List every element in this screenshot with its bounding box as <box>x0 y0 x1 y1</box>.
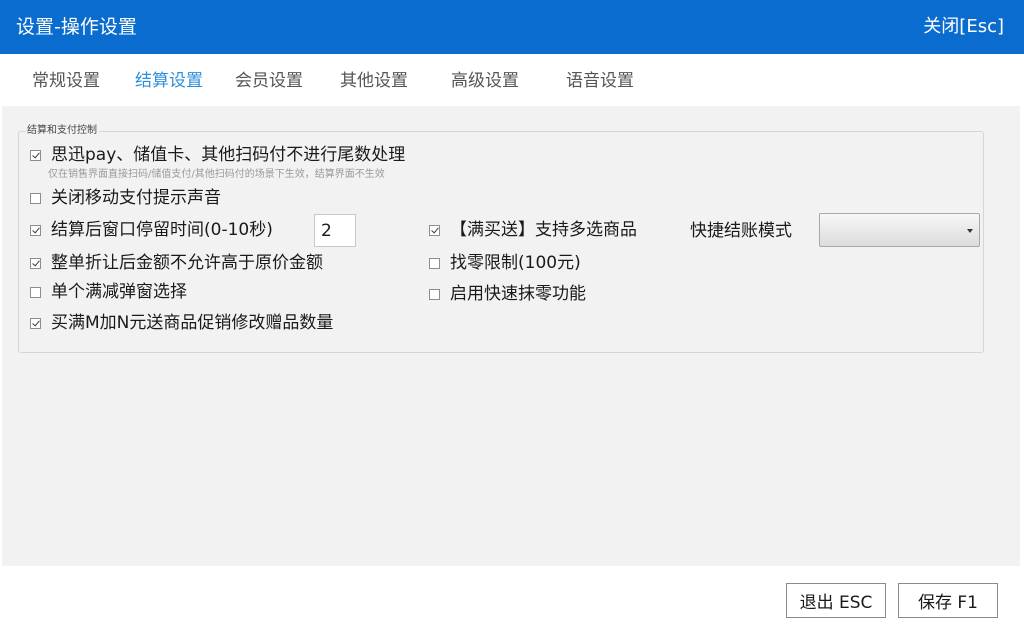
close-button[interactable]: 关闭[Esc] <box>923 15 1004 39</box>
tab-checkout[interactable]: 结算设置 <box>135 70 203 92</box>
tab-advanced[interactable]: 高级设置 <box>451 70 519 92</box>
quick-checkout-mode-select[interactable] <box>819 213 980 247</box>
exit-button[interactable]: 退出 ESC <box>786 583 886 618</box>
option-label: 启用快速抹零功能 <box>450 284 586 304</box>
quick-checkout-mode-label: 快捷结账模式 <box>690 221 792 241</box>
tab-bar: 常规设置 结算设置 会员设置 其他设置 高级设置 语音设置 <box>0 54 1024 106</box>
checkbox[interactable] <box>30 287 41 298</box>
tab-member[interactable]: 会员设置 <box>235 70 303 92</box>
title-bar: 设置-操作设置 关闭[Esc] <box>0 0 1024 54</box>
tab-other[interactable]: 其他设置 <box>340 70 408 92</box>
checkbox[interactable] <box>30 150 41 161</box>
checkbox[interactable] <box>429 225 440 236</box>
checkbox[interactable] <box>30 225 41 236</box>
checkbox[interactable] <box>30 193 41 204</box>
option-label: 整单折让后金额不允许高于原价金额 <box>51 253 323 273</box>
option-label: 结算后窗口停留时间(0-10秒) <box>51 220 273 240</box>
save-button[interactable]: 保存 F1 <box>898 583 998 618</box>
settings-window: 设置-操作设置 关闭[Esc] 常规设置 结算设置 会员设置 其他设置 高级设置… <box>0 0 1024 627</box>
option-label: 关闭移动支付提示声音 <box>51 188 221 208</box>
option-label: 找零限制(100元) <box>450 253 581 273</box>
option-hint: 仅在销售界面直接扫码/储值支付/其他扫码付的场景下生效，结算界面不生效 <box>48 169 385 180</box>
chevron-down-icon <box>967 229 973 233</box>
option-label: 单个满减弹窗选择 <box>51 282 187 302</box>
checkbox[interactable] <box>30 258 41 269</box>
checkbox[interactable] <box>429 289 440 300</box>
window-title: 设置-操作设置 <box>16 16 137 38</box>
tab-voice[interactable]: 语音设置 <box>566 70 634 92</box>
option-label: 买满M加N元送商品促销修改赠品数量 <box>51 313 334 333</box>
stay-time-input[interactable] <box>314 214 356 247</box>
option-label: 思迅pay、储值卡、其他扫码付不进行尾数处理 <box>51 145 406 165</box>
group-legend: 结算和支付控制 <box>25 124 99 137</box>
option-label: 【满买送】支持多选商品 <box>450 220 637 240</box>
tab-general[interactable]: 常规设置 <box>32 70 100 92</box>
checkbox[interactable] <box>429 258 440 269</box>
checkbox[interactable] <box>30 318 41 329</box>
